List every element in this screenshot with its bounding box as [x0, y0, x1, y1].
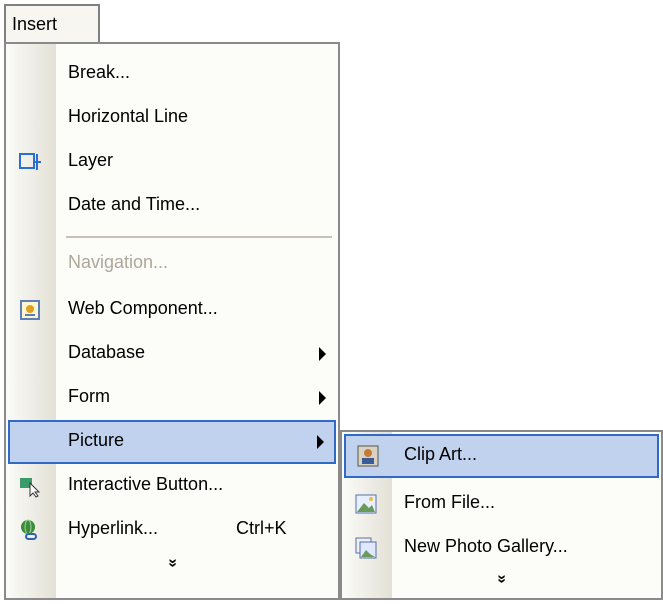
expand-submenu-chevron-icon[interactable]: » [342, 570, 661, 600]
menu-item-date-time[interactable]: Date and Time... [6, 184, 338, 228]
insert-menu-label: Insert [12, 14, 58, 34]
menu-separator [66, 236, 332, 238]
menu-item-database[interactable]: Database [6, 332, 338, 376]
clip-art-icon [357, 445, 379, 467]
menu-item-hyperlink[interactable]: Hyperlink... Ctrl+K [6, 508, 338, 552]
web-component-icon [20, 300, 40, 320]
hyperlink-icon [21, 519, 37, 540]
menu-item-picture[interactable]: Picture [8, 420, 336, 464]
expand-menu-chevron-icon[interactable]: » [6, 554, 338, 584]
menu-item-web-component[interactable]: Web Component... [6, 288, 338, 332]
submenu-arrow-icon [317, 435, 324, 449]
menu-item-layer[interactable]: Layer [6, 140, 338, 184]
submenu-item-clip-art[interactable]: Clip Art... [344, 434, 659, 478]
submenu-item-new-photo-gallery[interactable]: New Photo Gallery... [342, 526, 661, 570]
insert-menu-button[interactable]: Insert [4, 4, 100, 44]
menu-item-horizontal-line[interactable]: Horizontal Line [6, 96, 338, 140]
menu-item-navigation: Navigation... [68, 252, 169, 272]
submenu-arrow-icon [319, 347, 326, 361]
layer-icon [19, 153, 41, 170]
photo-gallery-icon [355, 537, 377, 559]
menu-item-break[interactable]: Break... [6, 52, 338, 96]
picture-from-file-icon [355, 494, 377, 514]
submenu-item-from-file[interactable]: From File... [342, 482, 661, 526]
hyperlink-shortcut: Ctrl+K [236, 518, 287, 538]
picture-submenu: Clip Art... From File... New Photo Galle… [340, 430, 663, 600]
submenu-arrow-icon [319, 391, 326, 405]
interactive-button-icon [20, 478, 41, 498]
menu-item-interactive-button[interactable]: Interactive Button... [6, 464, 338, 508]
menu-item-form[interactable]: Form [6, 376, 338, 420]
insert-dropdown-menu: Break... Horizontal Line Layer Date and … [4, 42, 340, 600]
